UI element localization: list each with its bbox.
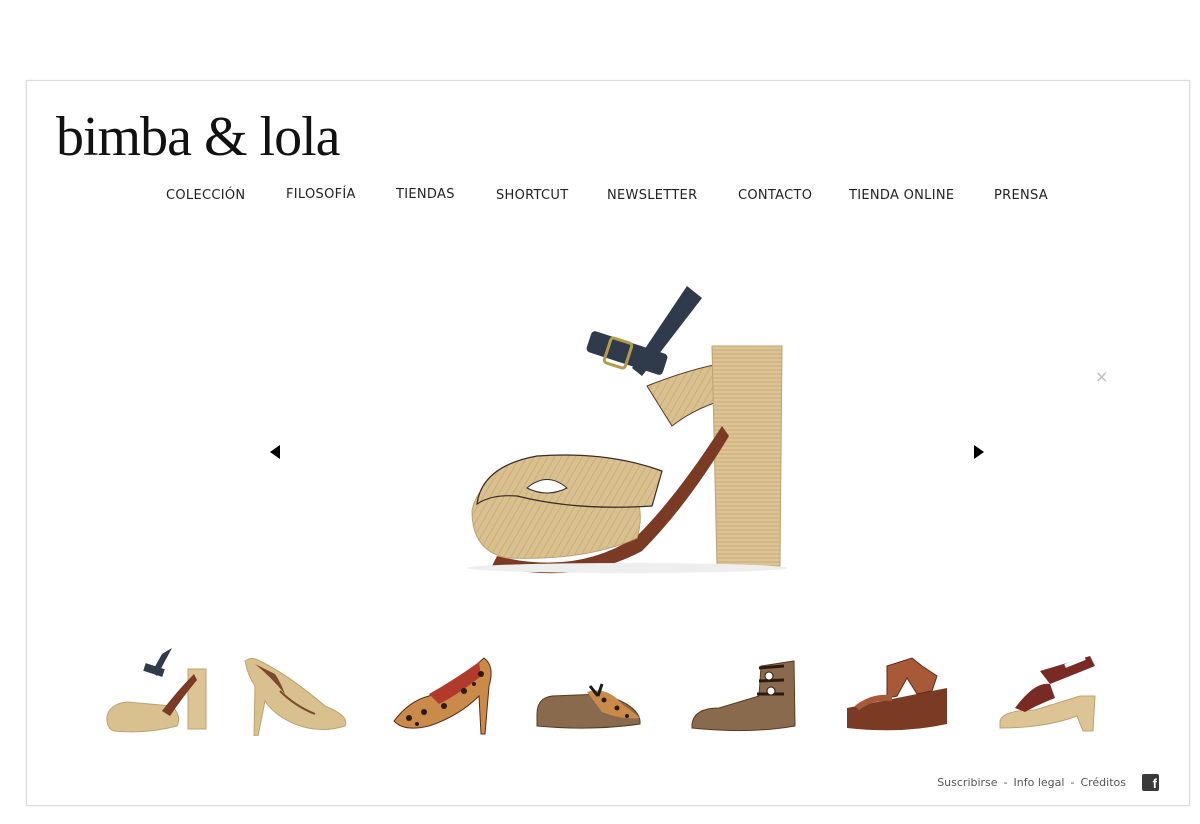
prev-arrow-icon[interactable] [270, 445, 280, 459]
hero-shoe-image [467, 286, 787, 574]
footer-separator: - [1070, 776, 1075, 789]
nav-item-prensa[interactable]: PRENSA [994, 188, 1048, 203]
footer-separator: - [1003, 776, 1008, 789]
footer-link-creditos[interactable]: Créditos [1080, 776, 1126, 789]
main-nav: COLECCIÓN FILOSOFÍA TIENDAS SHORTCUT NEW… [27, 187, 1189, 208]
thumbnail-leopard-pump[interactable] [389, 636, 499, 736]
nav-item-shortcut[interactable]: SHORTCUT [496, 188, 568, 203]
thumbnail-strip [27, 636, 1189, 736]
nav-item-filosofia[interactable]: FILOSOFÍA [286, 187, 356, 202]
brand-logo[interactable]: bimba & lola [56, 109, 341, 165]
thumbnail-beige-platform-sandal[interactable] [102, 636, 212, 736]
facebook-icon[interactable]: f [1142, 774, 1159, 791]
nav-item-contacto[interactable]: CONTACTO [738, 188, 812, 203]
nav-item-newsletter[interactable]: NEWSLETTER [607, 188, 697, 203]
page-frame: bimba & lola COLECCIÓN FILOSOFÍA TIENDAS… [26, 80, 1190, 806]
nav-item-tienda-online[interactable]: TIENDA ONLINE [849, 188, 954, 203]
close-icon[interactable]: × [1095, 367, 1108, 386]
thumbnail-leopard-oxford[interactable] [532, 636, 642, 736]
thumbnail-lace-up-flat[interactable] [689, 636, 799, 736]
next-arrow-icon[interactable] [974, 445, 984, 459]
nav-item-coleccion[interactable]: COLECCIÓN [166, 188, 245, 203]
footer: Suscribirse - Info legal - Créditos f [937, 774, 1159, 791]
thumbnail-beige-pump[interactable] [240, 636, 350, 736]
thumbnail-espadrille-platform-sandal[interactable] [995, 636, 1105, 736]
footer-link-suscribirse[interactable]: Suscribirse [937, 776, 997, 789]
nav-item-tiendas[interactable]: TIENDAS [396, 187, 455, 202]
footer-link-info-legal[interactable]: Info legal [1014, 776, 1065, 789]
thumbnail-brown-wedge-sandal[interactable] [842, 636, 952, 736]
